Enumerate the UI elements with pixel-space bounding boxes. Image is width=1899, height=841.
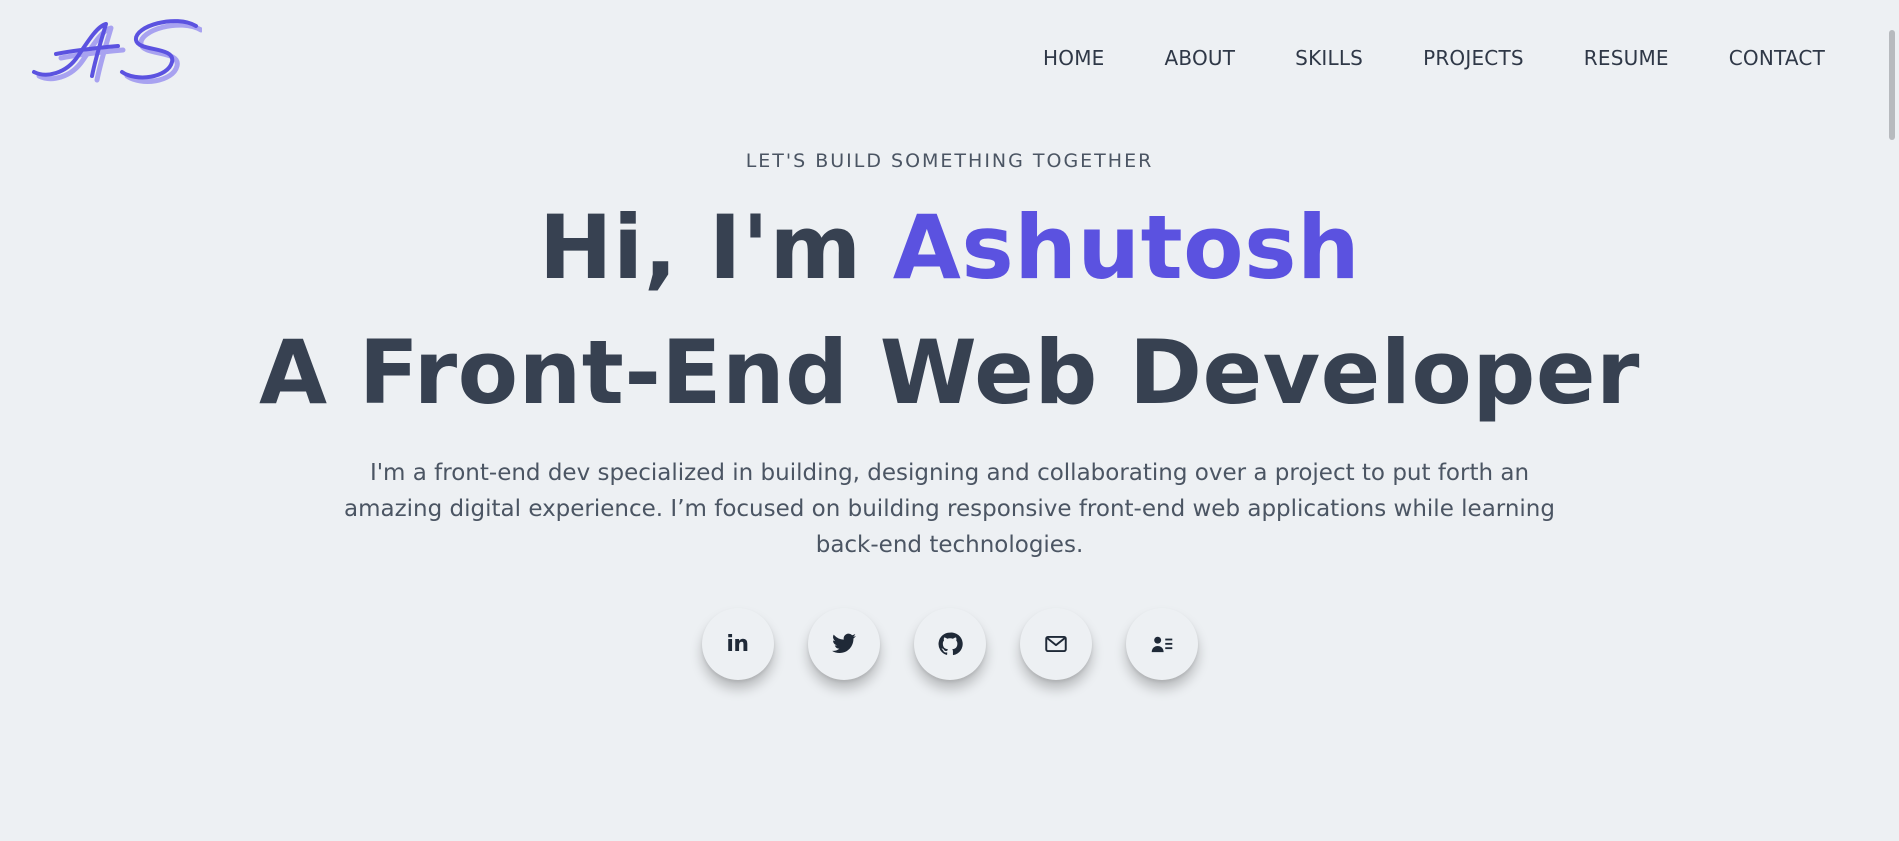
twitter-button[interactable]: [807, 608, 880, 680]
linkedin-icon: in: [726, 631, 749, 657]
hero-description: I'm a front-end dev specialized in build…: [343, 460, 1555, 558]
github-icon: [938, 632, 963, 656]
nav-resume[interactable]: RESUME: [1584, 46, 1669, 70]
hero-tagline: LET'S BUILD SOMETHING TOGETHER: [745, 150, 1154, 172]
main-nav: HOME ABOUT SKILLS PROJECTS RESUME CONTAC…: [1043, 46, 1825, 70]
resume-button[interactable]: [1125, 608, 1198, 680]
site-logo[interactable]: [26, 16, 204, 86]
github-button[interactable]: [913, 608, 986, 680]
nav-about[interactable]: ABOUT: [1165, 46, 1236, 70]
scrollbar-thumb[interactable]: [1889, 30, 1895, 140]
twitter-icon: [831, 633, 856, 653]
linkedin-button[interactable]: in: [701, 608, 774, 680]
signature-logo-icon: [32, 19, 204, 84]
hero-greeting-heading: Hi, I'm Ashutosh: [0, 199, 1899, 297]
nav-skills[interactable]: SKILLS: [1295, 46, 1363, 70]
page: HOME ABOUT SKILLS PROJECTS RESUME CONTAC…: [0, 0, 1899, 841]
nav-contact[interactable]: CONTACT: [1729, 46, 1825, 70]
nav-projects[interactable]: PROJECTS: [1423, 46, 1524, 70]
social-links: in: [0, 608, 1899, 680]
hero-title: A Front-End Web Developer: [259, 321, 1640, 424]
mail-button[interactable]: [1019, 608, 1092, 680]
page-scrollbar[interactable]: [1884, 0, 1899, 841]
mail-icon: [1044, 635, 1067, 653]
hero-name: Ashutosh: [892, 196, 1361, 299]
contact-card-icon: [1151, 636, 1172, 653]
nav-home[interactable]: HOME: [1043, 46, 1104, 70]
greeting-text: Hi, I'm: [538, 196, 893, 299]
